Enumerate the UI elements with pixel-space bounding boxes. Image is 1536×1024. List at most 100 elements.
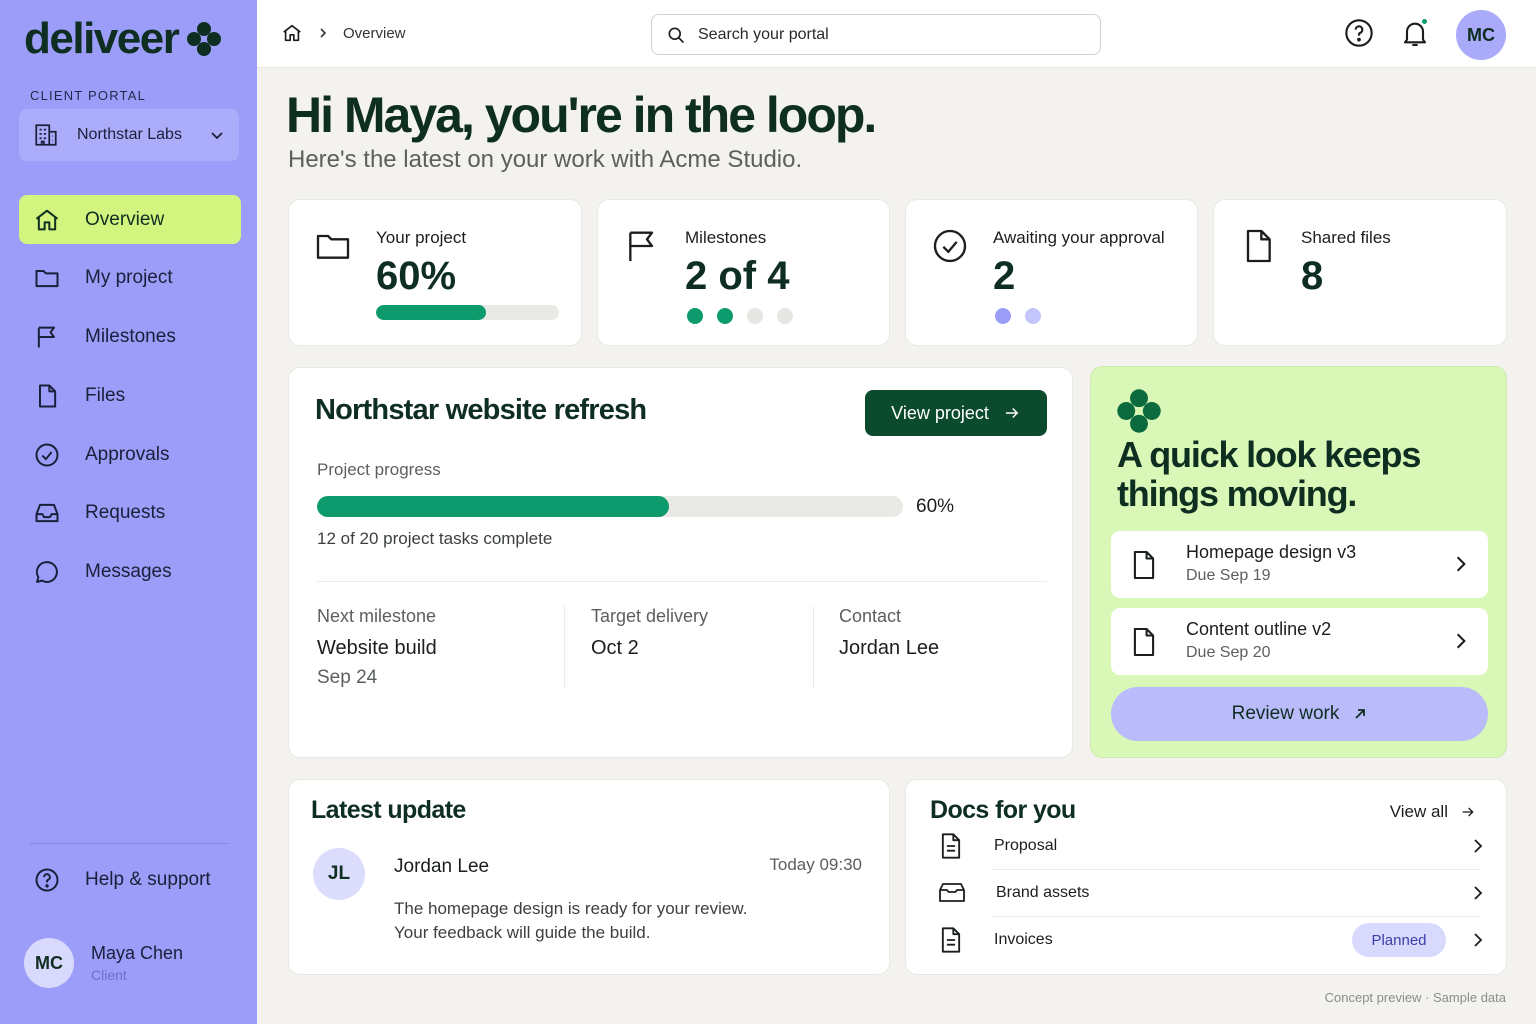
inbox-icon (33, 499, 61, 527)
user-role: Client (91, 967, 127, 983)
archive-icon (938, 881, 966, 905)
arrow-right-icon (1460, 804, 1476, 820)
search-icon (666, 25, 686, 45)
button-label: Review work (1231, 703, 1340, 724)
project-title: Northstar website refresh (315, 394, 647, 426)
help-icon[interactable] (1343, 17, 1375, 49)
home-icon[interactable] (281, 22, 303, 44)
milestone-dot (687, 308, 703, 324)
doc-item-invoices[interactable]: Invoices Planned (938, 917, 1484, 963)
user-profile[interactable]: MC Maya Chen Client (24, 938, 183, 988)
help-support-link[interactable]: Help & support (33, 866, 211, 894)
search-bar[interactable] (651, 14, 1101, 55)
breadcrumb: Overview (281, 22, 406, 44)
clover-icon (1116, 388, 1162, 434)
view-project-button[interactable]: View project (865, 390, 1047, 436)
file-icon (1131, 549, 1157, 581)
sidebar-item-milestones[interactable]: Milestones (19, 313, 241, 362)
flag-icon (622, 226, 662, 266)
sidebar-item-label: Files (85, 384, 126, 406)
chevron-right-icon (317, 27, 329, 39)
stat-value: 2 of 4 (685, 254, 790, 298)
folder-icon (33, 264, 61, 292)
review-task-item[interactable]: Homepage design v3 Due Sep 19 (1111, 531, 1488, 598)
view-all-link[interactable]: View all (1390, 802, 1476, 822)
file-icon (1238, 226, 1278, 266)
section-title: Latest update (311, 796, 466, 824)
stat-label: Shared files (1301, 228, 1391, 247)
task-due: Due Sep 20 (1186, 644, 1271, 661)
review-task-item[interactable]: Content outline v2 Due Sep 20 (1111, 608, 1488, 675)
check-circle-icon (33, 441, 61, 469)
docs-card: Docs for you View all Proposal Brand ass… (905, 779, 1507, 975)
search-input[interactable] (698, 25, 1078, 44)
update-author: Jordan Lee (394, 856, 490, 877)
sidebar-item-label: Requests (85, 502, 166, 524)
target-delivery: Target delivery Oct 2 (591, 606, 708, 660)
arrow-up-right-icon (1353, 707, 1367, 721)
milestone-dot (777, 308, 793, 324)
document-icon (938, 832, 964, 860)
doc-item-brand-assets[interactable]: Brand assets (938, 870, 1484, 916)
tasks-complete: 12 of 20 project tasks complete (317, 529, 553, 548)
task-due: Due Sep 19 (1186, 567, 1271, 584)
avatar: JL (313, 848, 365, 900)
sidebar-item-approvals[interactable]: Approvals (19, 430, 241, 479)
chevron-right-icon (1454, 555, 1468, 573)
meta-value: Website build (317, 637, 437, 659)
stat-label: Awaiting your approval (993, 228, 1165, 247)
stat-card-project[interactable]: Your project 60% (288, 199, 582, 346)
sidebar-item-overview[interactable]: Overview (19, 195, 241, 244)
approval-dot (995, 308, 1011, 324)
divider (564, 606, 565, 688)
avatar[interactable]: MC (1456, 10, 1506, 60)
stat-value: 2 (993, 254, 1016, 298)
sidebar-item-my-project[interactable]: My project (19, 254, 241, 303)
sidebar-item-files[interactable]: Files (19, 371, 241, 420)
project-progress-bar (376, 305, 559, 320)
update-line: The homepage design is ready for your re… (394, 899, 748, 918)
link-label: View all (1389, 802, 1448, 821)
stat-card-files[interactable]: Shared files 8 (1213, 199, 1507, 346)
contact: Contact Jordan Lee (839, 606, 939, 660)
org-selector[interactable]: Northstar Labs (19, 109, 239, 161)
org-name: Northstar Labs (77, 126, 182, 143)
stat-label: Your project (376, 228, 467, 247)
update-time: Today 09:30 (769, 855, 862, 874)
page-title: Hi Maya, you're in the loop. (286, 87, 877, 143)
logo-text: deliveer (24, 14, 180, 63)
meta-label: Next milestone (317, 606, 437, 626)
status-badge: Planned (1352, 923, 1446, 957)
user-name: Maya Chen (91, 943, 184, 963)
topbar: Overview MC (257, 0, 1536, 68)
promo-title: A quick look keeps things moving. (1117, 434, 1421, 514)
check-circle-icon (930, 226, 970, 266)
sidebar: deliveer CLIENT PORTAL Northstar Labs Ov… (0, 0, 257, 1024)
sidebar-item-label: My project (85, 267, 173, 289)
stat-card-approvals[interactable]: Awaiting your approval 2 (905, 199, 1198, 346)
meta-date: Sep 24 (317, 667, 378, 688)
task-name: Homepage design v3 (1186, 542, 1357, 562)
flag-icon (33, 323, 61, 351)
sidebar-item-messages[interactable]: Messages (19, 548, 241, 597)
chevron-right-icon (1454, 632, 1468, 650)
doc-name: Invoices (994, 931, 1053, 948)
latest-update-card: Latest update JL Jordan Lee Today 09:30 … (288, 779, 890, 975)
sidebar-item-requests[interactable]: Requests (19, 489, 241, 538)
logo[interactable]: deliveer (24, 14, 222, 64)
help-circle-icon (33, 866, 61, 894)
button-label: View project (891, 402, 989, 423)
chevron-down-icon (209, 127, 225, 143)
file-icon (1131, 626, 1157, 658)
section-title: Docs for you (930, 796, 1076, 824)
milestone-dots (687, 308, 793, 324)
doc-item-proposal[interactable]: Proposal (938, 823, 1484, 869)
chevron-right-icon (1472, 932, 1484, 948)
project-progress-bar (317, 496, 903, 517)
doc-name: Proposal (994, 837, 1058, 854)
progress-fill (317, 496, 669, 517)
stat-card-milestones[interactable]: Milestones 2 of 4 (597, 199, 890, 346)
review-work-button[interactable]: Review work (1111, 687, 1488, 741)
milestone-dot (717, 308, 733, 324)
help-label: Help & support (85, 869, 211, 890)
